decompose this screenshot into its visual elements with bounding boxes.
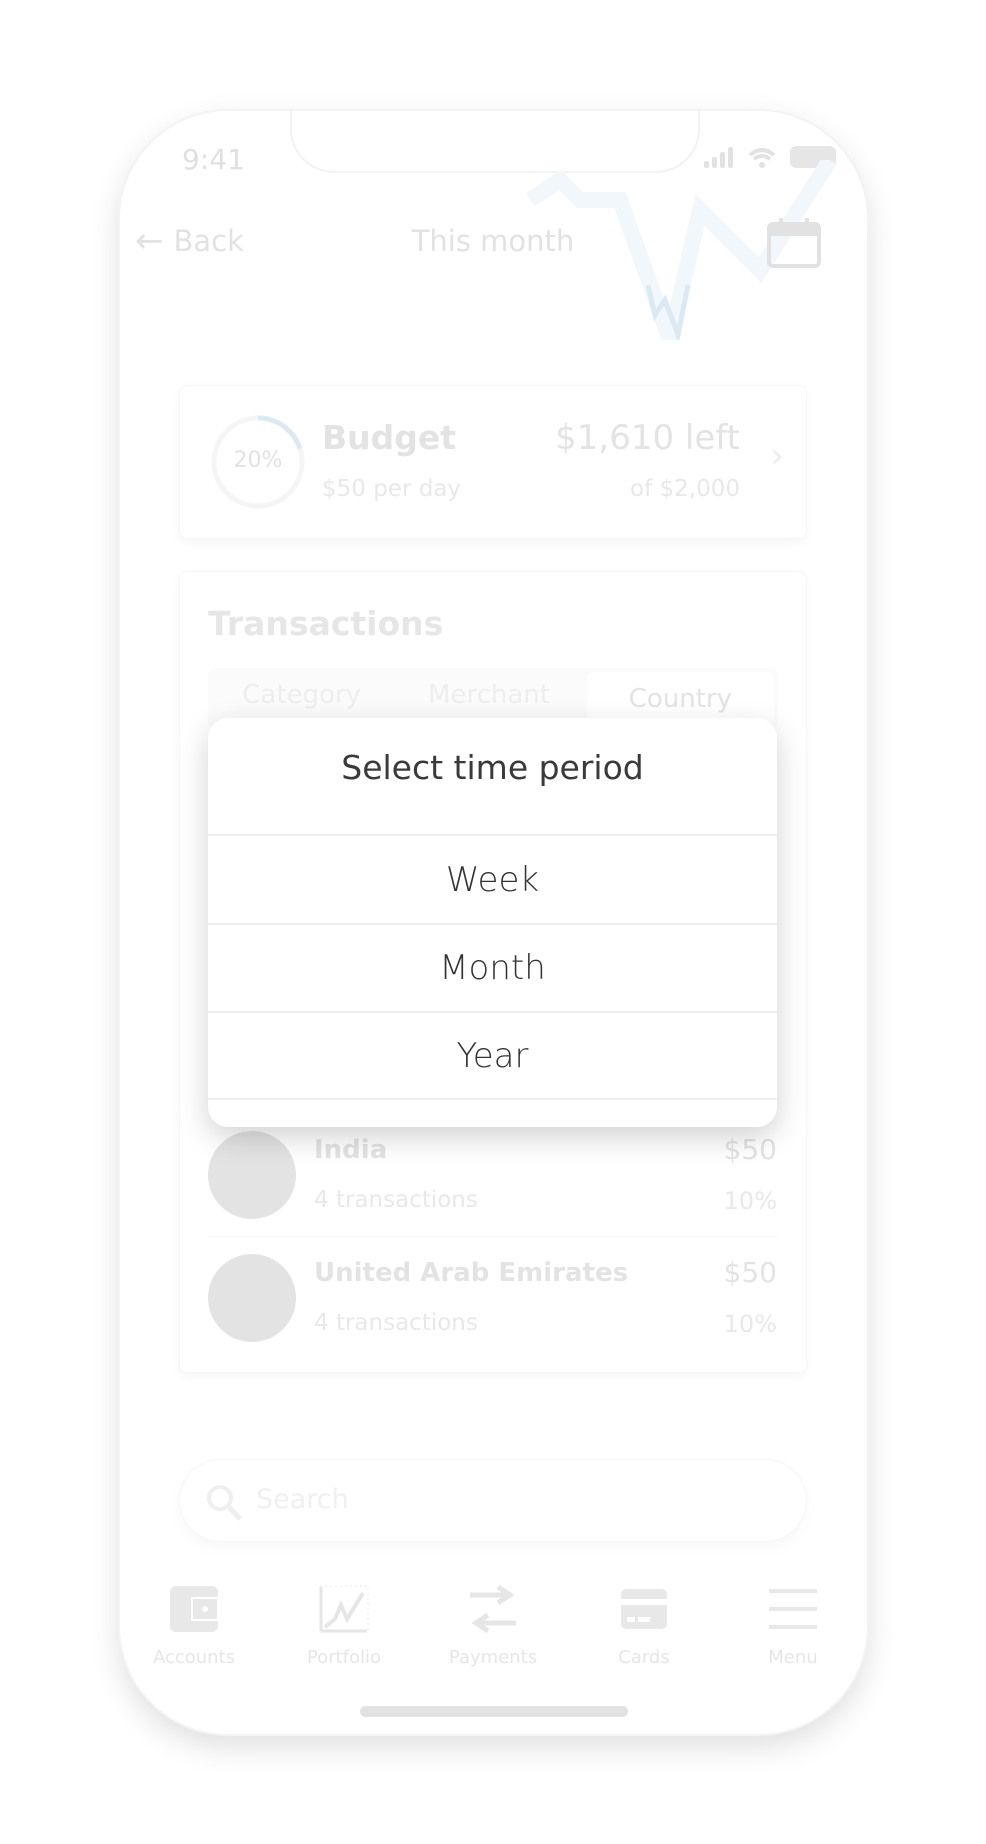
chart-icon <box>319 1585 369 1633</box>
option-week[interactable]: Week <box>208 834 777 923</box>
row-amount: $50 <box>723 1133 777 1166</box>
segment-country[interactable]: Country <box>586 672 774 724</box>
budget-percent: 20% <box>233 448 283 473</box>
header-title: This month <box>411 224 575 258</box>
budget-card[interactable]: 20% Budget $50 per day $1,610 left of $2… <box>179 385 807 539</box>
home-indicator <box>360 1706 628 1717</box>
tab-label: Cards <box>618 1647 670 1668</box>
row-name: United Arab Emirates <box>314 1258 629 1288</box>
arrow-left-icon: ← <box>135 221 164 261</box>
country-flag-avatar <box>208 1254 296 1342</box>
row-percent: 10% <box>723 1310 777 1338</box>
budget-left: $1,610 left <box>555 418 740 458</box>
menu-icon <box>769 1589 817 1629</box>
time-period-dialog: Select time period Week Month Year <box>208 718 777 1127</box>
row-amount: $50 <box>723 1256 777 1289</box>
tab-payments[interactable]: Payments <box>433 1584 553 1668</box>
budget-title: Budget <box>322 418 457 457</box>
wifi-icon <box>748 148 776 161</box>
row-sub: 4 transactions <box>314 1187 478 1213</box>
option-month[interactable]: Month <box>208 923 777 1011</box>
calendar-icon[interactable] <box>767 218 821 268</box>
transactions-title: Transactions <box>208 604 444 643</box>
tab-label: Accounts <box>152 1647 236 1668</box>
country-flag-avatar <box>208 1131 296 1219</box>
tab-cards[interactable]: Cards <box>584 1585 704 1668</box>
transfer-icon <box>470 1584 516 1634</box>
row-sub: 4 transactions <box>314 1310 478 1336</box>
tab-portfolio[interactable]: Portfolio <box>284 1585 404 1668</box>
back-label: Back <box>173 224 244 258</box>
wallet-icon <box>170 1586 219 1632</box>
dialog-title: Select time period <box>341 748 644 787</box>
chevron-right-icon: › <box>770 436 784 476</box>
back-button[interactable]: ← Back <box>135 224 244 258</box>
tab-label: Portfolio <box>306 1647 382 1668</box>
search-input[interactable]: Search <box>179 1459 807 1542</box>
list-item[interactable]: United Arab Emirates 4 transactions $50 … <box>208 1254 777 1360</box>
row-percent: 10% <box>723 1187 777 1215</box>
budget-per-day: $50 per day <box>322 476 462 502</box>
row-name: India <box>314 1135 388 1165</box>
tab-accounts[interactable]: Accounts <box>134 1585 254 1668</box>
status-time: 9:41 <box>182 143 245 176</box>
search-icon <box>207 1485 242 1521</box>
option-year[interactable]: Year <box>208 1011 777 1098</box>
search-placeholder: Search <box>256 1484 349 1515</box>
dialog-divider <box>208 1098 777 1127</box>
budget-total: of $2,000 <box>630 476 740 502</box>
tab-label: Menu <box>768 1647 818 1668</box>
tab-label: Payments <box>448 1647 538 1668</box>
list-item[interactable]: India 4 transactions $50 10% <box>208 1131 777 1237</box>
tab-menu[interactable]: Menu <box>733 1585 853 1668</box>
card-icon <box>621 1589 667 1629</box>
